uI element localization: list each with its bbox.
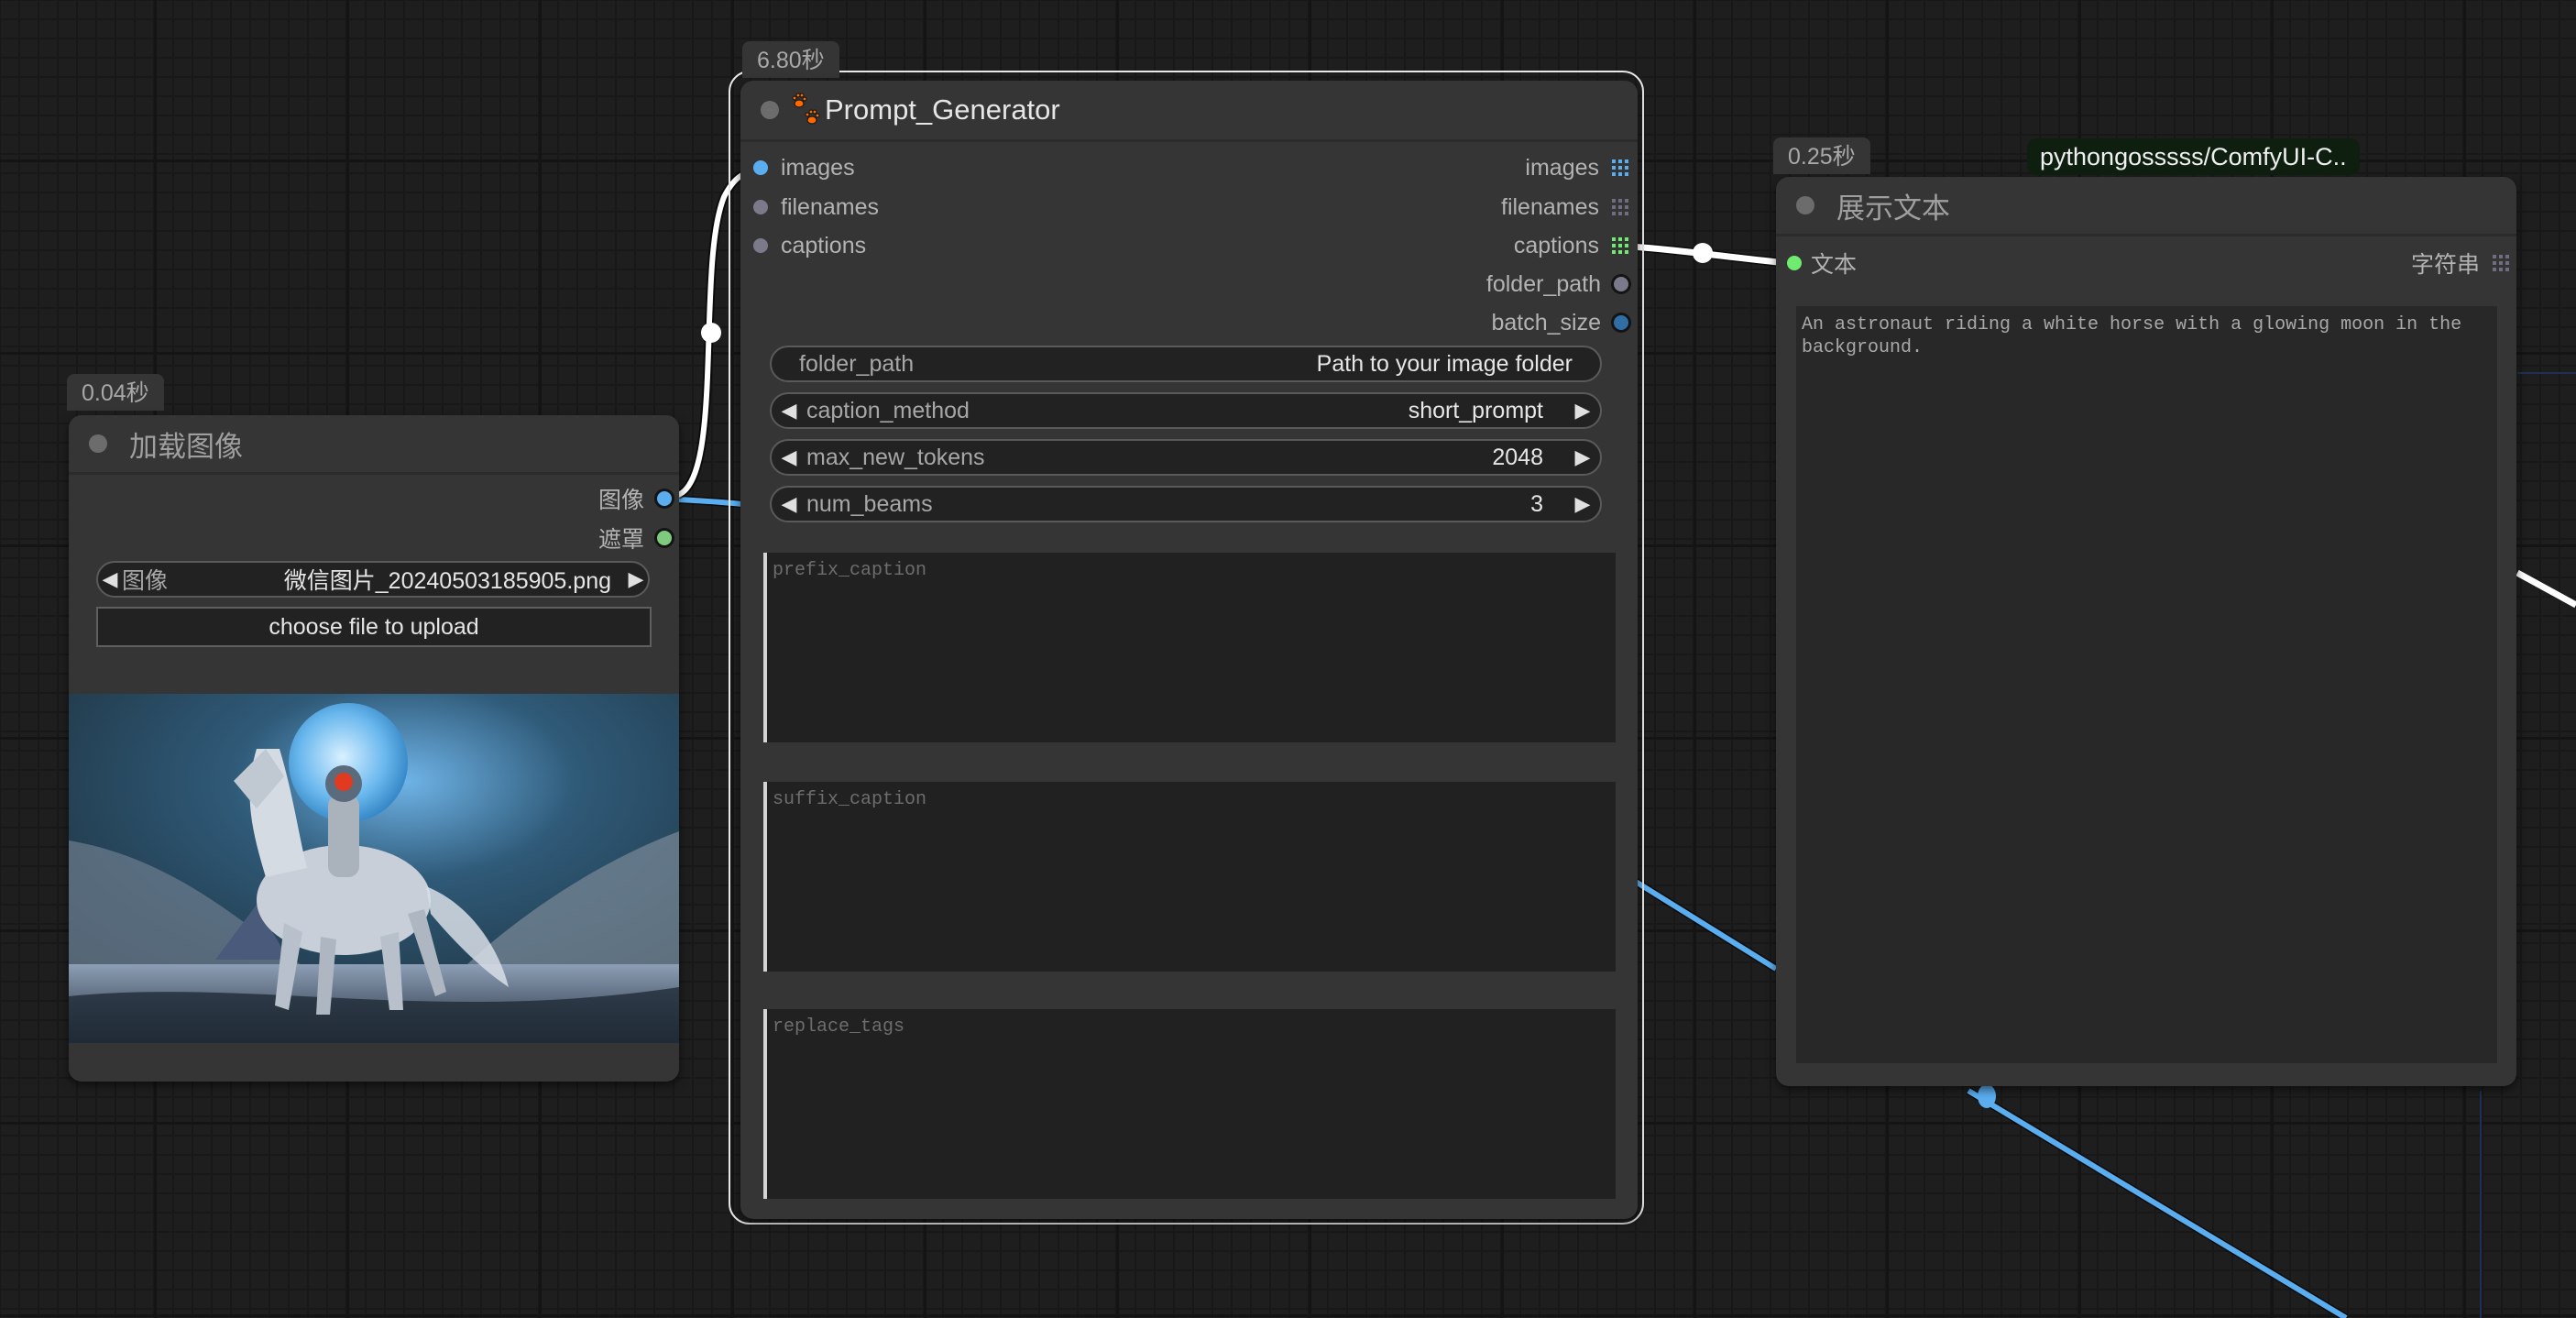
slot-label: images: [781, 155, 855, 181]
output-text-display[interactable]: An astronaut riding a white horse with a…: [1796, 306, 2497, 1063]
arrow-left-icon[interactable]: ◀: [777, 399, 801, 423]
image-output-dot-icon[interactable]: [657, 491, 672, 506]
collapse-dot-icon[interactable]: [89, 434, 107, 453]
slot-label: 字符串: [2411, 247, 2480, 280]
widget-label: num_beams: [806, 491, 933, 518]
node-title-bar[interactable]: 展示文本: [1776, 177, 2516, 236]
extension-source-tag: pythongosssss/ComfyUI-C..: [2027, 138, 2360, 175]
max-new-tokens-stepper[interactable]: ◀ max_new_tokens 2048 ▶: [770, 439, 1602, 476]
slot-label: captions: [781, 233, 866, 259]
folder-path-output-dot-icon[interactable]: [1614, 277, 1628, 291]
list-output-grid-icon[interactable]: [1612, 237, 1628, 254]
paw-prints-icon: [792, 93, 823, 127]
list-output-grid-icon[interactable]: [1612, 159, 1628, 176]
list-output-grid-icon[interactable]: [1612, 199, 1628, 215]
widget-label: folder_path: [799, 351, 914, 378]
link-midpoint[interactable]: [1978, 1084, 1996, 1108]
node-title: 加载图像: [129, 423, 243, 465]
folder-path-input[interactable]: folder_path Path to your image folder: [770, 346, 1602, 382]
arrow-left-icon[interactable]: ◀: [777, 492, 801, 516]
node-title: 展示文本: [1836, 185, 1950, 226]
node-title: Prompt_Generator: [825, 93, 1060, 126]
input-slot-images[interactable]: images: [753, 153, 855, 182]
slot-label: folder_path: [1486, 271, 1601, 298]
list-output-grid-icon[interactable]: [2493, 255, 2509, 271]
output-slot-mask[interactable]: 遮罩: [598, 523, 672, 553]
slot-label: images: [1525, 155, 1599, 181]
input-slot-captions[interactable]: captions: [753, 231, 866, 260]
prompt-generator-node[interactable]: Prompt_Generator images filenames captio…: [740, 81, 1638, 1219]
num-beams-stepper[interactable]: ◀ num_beams 3 ▶: [770, 486, 1602, 522]
output-slot-batch-size[interactable]: batch_size: [1491, 308, 1628, 337]
string-input-dot-icon[interactable]: [1787, 256, 1802, 270]
arrow-right-icon[interactable]: ▶: [1571, 445, 1595, 469]
link-midpoint[interactable]: [701, 323, 721, 343]
widget-value: 3: [1530, 491, 1543, 518]
arrow-left-icon[interactable]: ◀: [777, 445, 801, 469]
image-combo[interactable]: ◀ 图像 微信图片_20240503185905.png ▶: [96, 561, 650, 598]
exec-time-badge: 0.04秒: [67, 374, 164, 411]
caption-method-combo[interactable]: ◀ caption_method short_prompt ▶: [770, 392, 1602, 429]
exec-time-badge: 0.25秒: [1773, 137, 1870, 174]
link-string-offscreen[interactable]: [2517, 573, 2576, 605]
suffix-caption-textarea[interactable]: suffix_caption: [763, 782, 1616, 972]
node-title-bar[interactable]: 加载图像: [69, 415, 679, 475]
show-text-node[interactable]: 展示文本 文本 字符串 An astronaut riding a white …: [1776, 177, 2516, 1086]
node-title-bar[interactable]: Prompt_Generator: [740, 81, 1638, 142]
slot-label: filenames: [781, 194, 879, 221]
mask-output-dot-icon[interactable]: [657, 531, 672, 545]
slot-label: 文本: [1811, 247, 1857, 280]
widget-label: caption_method: [806, 398, 970, 424]
link-midpoint[interactable]: [1693, 243, 1713, 263]
output-slot-folder-path[interactable]: folder_path: [1486, 269, 1628, 299]
output-slot-filenames[interactable]: filenames: [1501, 192, 1628, 222]
image-input-dot-icon[interactable]: [753, 160, 768, 175]
image-preview[interactable]: [69, 694, 679, 1043]
arrow-right-icon[interactable]: ▶: [1571, 399, 1595, 423]
slot-label: 图像: [598, 482, 644, 515]
upload-button[interactable]: choose file to upload: [96, 607, 652, 647]
output-slot-string[interactable]: 字符串: [2411, 248, 2509, 278]
replace-tags-textarea[interactable]: replace_tags: [763, 1009, 1616, 1199]
exec-time-badge: 6.80秒: [742, 41, 839, 78]
widget-value: short_prompt: [1409, 398, 1543, 424]
collapse-dot-icon[interactable]: [1796, 196, 1814, 214]
prefix-caption-textarea[interactable]: prefix_caption: [763, 553, 1616, 742]
widget-label: max_new_tokens: [806, 445, 985, 471]
slot-label: batch_size: [1491, 310, 1601, 336]
filenames-input-dot-icon[interactable]: [753, 200, 768, 214]
load-image-node[interactable]: 加载图像 图像 遮罩 ◀ 图像 微信图片_20240503185905.png …: [69, 415, 679, 1082]
output-slot-image[interactable]: 图像: [598, 484, 672, 513]
slot-label: captions: [1514, 233, 1599, 259]
batch-size-output-dot-icon[interactable]: [1614, 315, 1628, 330]
widget-value: 微信图片_20240503185905.png: [284, 563, 611, 596]
preview-image-icon: [69, 694, 679, 1043]
widget-value: 2048: [1492, 445, 1543, 471]
arrow-left-icon[interactable]: ◀: [98, 567, 122, 591]
output-slot-captions[interactable]: captions: [1514, 231, 1628, 260]
slot-label: filenames: [1501, 194, 1599, 221]
captions-input-dot-icon[interactable]: [753, 238, 768, 253]
arrow-right-icon[interactable]: ▶: [624, 567, 648, 591]
slot-label: 遮罩: [598, 522, 644, 555]
input-slot-text[interactable]: 文本: [1787, 248, 1857, 278]
widget-value: Path to your image folder: [1317, 351, 1573, 378]
arrow-right-icon[interactable]: ▶: [1571, 492, 1595, 516]
input-slot-filenames[interactable]: filenames: [753, 192, 879, 222]
output-slot-images[interactable]: images: [1525, 153, 1628, 182]
widget-label: 图像: [122, 563, 168, 596]
collapse-dot-icon[interactable]: [761, 101, 779, 119]
